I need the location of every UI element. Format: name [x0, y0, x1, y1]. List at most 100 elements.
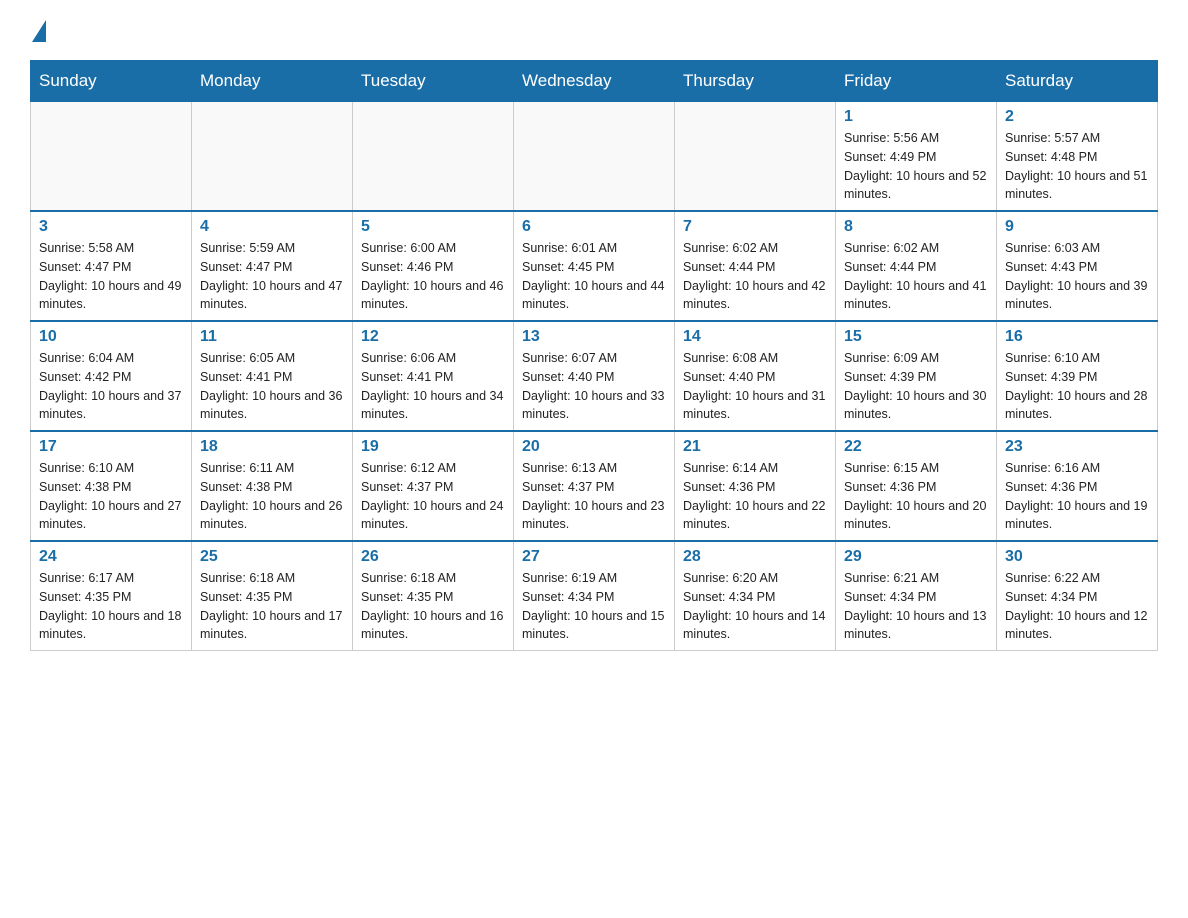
calendar-cell — [675, 102, 836, 212]
calendar-cell: 2 Sunrise: 5:57 AMSunset: 4:48 PMDaylight… — [997, 102, 1158, 212]
day-info: Sunrise: 5:59 AMSunset: 4:47 PMDaylight:… — [200, 239, 344, 314]
day-info: Sunrise: 6:21 AMSunset: 4:34 PMDaylight:… — [844, 569, 988, 644]
calendar-cell — [31, 102, 192, 212]
day-number: 16 — [1005, 328, 1149, 346]
calendar-cell: 7Sunrise: 6:02 AMSunset: 4:44 PMDaylight… — [675, 211, 836, 321]
calendar-cell: 29 Sunrise: 6:21 AMSunset: 4:34 PMDayligh… — [836, 541, 997, 651]
day-number: 4 — [200, 218, 344, 236]
day-info: Sunrise: 6:09 AMSunset: 4:39 PMDaylight:… — [844, 349, 988, 424]
calendar-cell: 12 Sunrise: 6:06 AMSunset: 4:41 PMDayligh… — [353, 321, 514, 431]
day-info: Sunrise: 5:58 AMSunset: 4:47 PMDaylight:… — [39, 239, 183, 314]
weekday-header-tuesday: Tuesday — [353, 61, 514, 102]
logo-triangle-icon — [32, 20, 46, 42]
day-info: Sunrise: 6:14 AMSunset: 4:36 PMDaylight:… — [683, 459, 827, 534]
day-number: 14 — [683, 328, 827, 346]
day-info: Sunrise: 6:01 AMSunset: 4:45 PMDaylight:… — [522, 239, 666, 314]
day-number: 1 — [844, 108, 988, 126]
day-number: 15 — [844, 328, 988, 346]
day-number: 23 — [1005, 438, 1149, 456]
day-number: 12 — [361, 328, 505, 346]
calendar-cell: 6 Sunrise: 6:01 AMSunset: 4:45 PMDaylight… — [514, 211, 675, 321]
calendar-table: SundayMondayTuesdayWednesdayThursdayFrid… — [30, 60, 1158, 651]
calendar-cell: 13 Sunrise: 6:07 AMSunset: 4:40 PMDayligh… — [514, 321, 675, 431]
calendar-cell: 30Sunrise: 6:22 AMSunset: 4:34 PMDayligh… — [997, 541, 1158, 651]
day-number: 29 — [844, 548, 988, 566]
day-info: Sunrise: 5:56 AMSunset: 4:49 PMDaylight:… — [844, 129, 988, 204]
day-number: 13 — [522, 328, 666, 346]
day-info: Sunrise: 6:18 AMSunset: 4:35 PMDaylight:… — [200, 569, 344, 644]
calendar-cell: 1 Sunrise: 5:56 AMSunset: 4:49 PMDaylight… — [836, 102, 997, 212]
day-number: 10 — [39, 328, 183, 346]
day-number: 2 — [1005, 108, 1149, 126]
day-number: 17 — [39, 438, 183, 456]
weekday-header-friday: Friday — [836, 61, 997, 102]
weekday-header-saturday: Saturday — [997, 61, 1158, 102]
calendar-week-row: 24 Sunrise: 6:17 AMSunset: 4:35 PMDayligh… — [31, 541, 1158, 651]
calendar-cell: 15 Sunrise: 6:09 AMSunset: 4:39 PMDayligh… — [836, 321, 997, 431]
calendar-cell: 3 Sunrise: 5:58 AMSunset: 4:47 PMDaylight… — [31, 211, 192, 321]
day-info: Sunrise: 6:15 AMSunset: 4:36 PMDaylight:… — [844, 459, 988, 534]
day-number: 27 — [522, 548, 666, 566]
calendar-cell: 24 Sunrise: 6:17 AMSunset: 4:35 PMDayligh… — [31, 541, 192, 651]
day-number: 5 — [361, 218, 505, 236]
day-number: 24 — [39, 548, 183, 566]
day-number: 9 — [1005, 218, 1149, 236]
day-info: Sunrise: 6:19 AMSunset: 4:34 PMDaylight:… — [522, 569, 666, 644]
day-info: Sunrise: 6:05 AMSunset: 4:41 PMDaylight:… — [200, 349, 344, 424]
day-info: Sunrise: 6:12 AMSunset: 4:37 PMDaylight:… — [361, 459, 505, 534]
calendar-cell: 5 Sunrise: 6:00 AMSunset: 4:46 PMDaylight… — [353, 211, 514, 321]
calendar-cell: 8 Sunrise: 6:02 AMSunset: 4:44 PMDaylight… — [836, 211, 997, 321]
weekday-header-sunday: Sunday — [31, 61, 192, 102]
day-number: 28 — [683, 548, 827, 566]
day-info: Sunrise: 5:57 AMSunset: 4:48 PMDaylight:… — [1005, 129, 1149, 204]
calendar-cell: 11 Sunrise: 6:05 AMSunset: 4:41 PMDayligh… — [192, 321, 353, 431]
day-number: 20 — [522, 438, 666, 456]
day-number: 22 — [844, 438, 988, 456]
day-number: 18 — [200, 438, 344, 456]
calendar-cell: 9Sunrise: 6:03 AMSunset: 4:43 PMDaylight… — [997, 211, 1158, 321]
day-number: 11 — [200, 328, 344, 346]
day-info: Sunrise: 6:17 AMSunset: 4:35 PMDaylight:… — [39, 569, 183, 644]
day-info: Sunrise: 6:02 AMSunset: 4:44 PMDaylight:… — [683, 239, 827, 314]
day-number: 6 — [522, 218, 666, 236]
calendar-cell: 23 Sunrise: 6:16 AMSunset: 4:36 PMDayligh… — [997, 431, 1158, 541]
logo — [30, 20, 46, 40]
day-number: 25 — [200, 548, 344, 566]
calendar-cell: 22 Sunrise: 6:15 AMSunset: 4:36 PMDayligh… — [836, 431, 997, 541]
day-number: 19 — [361, 438, 505, 456]
calendar-cell: 27 Sunrise: 6:19 AMSunset: 4:34 PMDayligh… — [514, 541, 675, 651]
day-number: 30 — [1005, 548, 1149, 566]
calendar-week-row: 1 Sunrise: 5:56 AMSunset: 4:49 PMDaylight… — [31, 102, 1158, 212]
calendar-week-row: 3 Sunrise: 5:58 AMSunset: 4:47 PMDaylight… — [31, 211, 1158, 321]
day-info: Sunrise: 6:04 AMSunset: 4:42 PMDaylight:… — [39, 349, 183, 424]
calendar-cell — [353, 102, 514, 212]
weekday-header-row: SundayMondayTuesdayWednesdayThursdayFrid… — [31, 61, 1158, 102]
weekday-header-wednesday: Wednesday — [514, 61, 675, 102]
calendar-cell — [514, 102, 675, 212]
day-info: Sunrise: 6:13 AMSunset: 4:37 PMDaylight:… — [522, 459, 666, 534]
day-info: Sunrise: 6:10 AMSunset: 4:39 PMDaylight:… — [1005, 349, 1149, 424]
calendar-cell: 19 Sunrise: 6:12 AMSunset: 4:37 PMDayligh… — [353, 431, 514, 541]
calendar-cell: 20 Sunrise: 6:13 AMSunset: 4:37 PMDayligh… — [514, 431, 675, 541]
calendar-cell: 26 Sunrise: 6:18 AMSunset: 4:35 PMDayligh… — [353, 541, 514, 651]
calendar-week-row: 17Sunrise: 6:10 AMSunset: 4:38 PMDayligh… — [31, 431, 1158, 541]
day-info: Sunrise: 6:02 AMSunset: 4:44 PMDaylight:… — [844, 239, 988, 314]
day-info: Sunrise: 6:06 AMSunset: 4:41 PMDaylight:… — [361, 349, 505, 424]
day-info: Sunrise: 6:07 AMSunset: 4:40 PMDaylight:… — [522, 349, 666, 424]
calendar-cell: 10 Sunrise: 6:04 AMSunset: 4:42 PMDayligh… — [31, 321, 192, 431]
calendar-cell — [192, 102, 353, 212]
calendar-week-row: 10 Sunrise: 6:04 AMSunset: 4:42 PMDayligh… — [31, 321, 1158, 431]
day-number: 3 — [39, 218, 183, 236]
day-info: Sunrise: 6:20 AMSunset: 4:34 PMDaylight:… — [683, 569, 827, 644]
day-info: Sunrise: 6:18 AMSunset: 4:35 PMDaylight:… — [361, 569, 505, 644]
day-info: Sunrise: 6:11 AMSunset: 4:38 PMDaylight:… — [200, 459, 344, 534]
calendar-cell: 28 Sunrise: 6:20 AMSunset: 4:34 PMDayligh… — [675, 541, 836, 651]
day-info: Sunrise: 6:16 AMSunset: 4:36 PMDaylight:… — [1005, 459, 1149, 534]
calendar-cell: 14Sunrise: 6:08 AMSunset: 4:40 PMDayligh… — [675, 321, 836, 431]
day-number: 8 — [844, 218, 988, 236]
page-header — [30, 20, 1158, 40]
day-number: 26 — [361, 548, 505, 566]
calendar-cell: 4 Sunrise: 5:59 AMSunset: 4:47 PMDaylight… — [192, 211, 353, 321]
day-number: 21 — [683, 438, 827, 456]
day-info: Sunrise: 6:00 AMSunset: 4:46 PMDaylight:… — [361, 239, 505, 314]
